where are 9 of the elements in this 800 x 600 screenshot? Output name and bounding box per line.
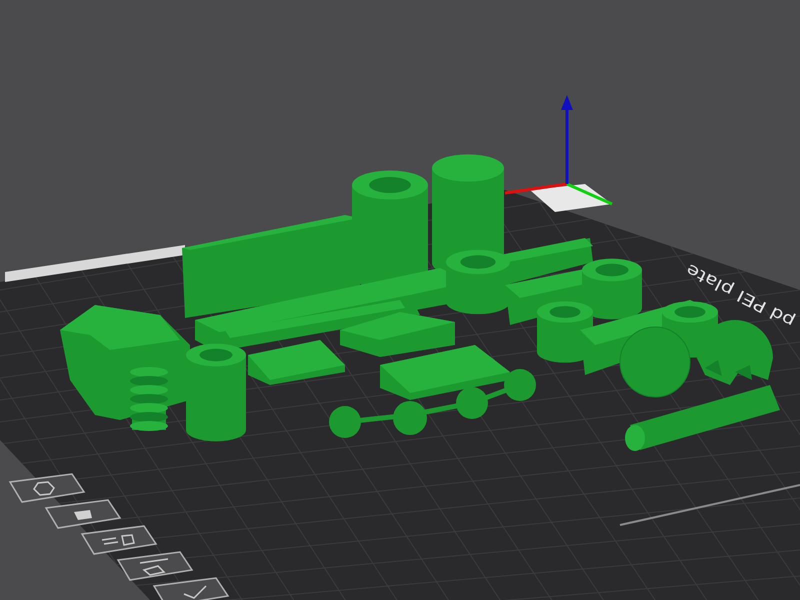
threaded-bolt-shape [130,367,168,431]
toolbar-button[interactable] [44,499,122,529]
toolbar-button[interactable] [80,525,158,555]
toolbar-button[interactable] [116,551,194,581]
ring-shape [446,250,510,314]
sphere-shape [620,326,690,398]
toolbar-button[interactable] [152,577,230,600]
toolbar-button[interactable] [8,473,86,503]
ring-shape [582,258,642,320]
